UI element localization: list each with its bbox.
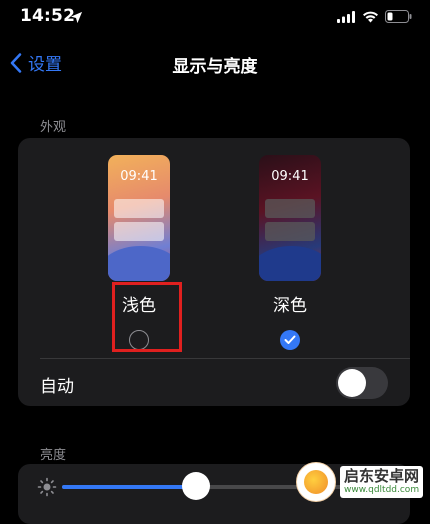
status-bar: 14:52 [0, 0, 430, 34]
watermark-url: www.qdltdd.com [344, 485, 420, 495]
brightness-slider-fill [62, 485, 197, 489]
dark-preview-time: 09:41 [271, 169, 309, 184]
toggle-knob [338, 369, 366, 397]
status-time: 14:52 [20, 6, 76, 26]
light-preview-widget [114, 199, 164, 218]
brightness-slider-knob[interactable] [182, 472, 211, 500]
light-preview-wallpaper [108, 246, 170, 281]
dark-preview-widget [265, 222, 315, 241]
light-preview-widget [114, 222, 164, 241]
status-indicators [337, 8, 412, 27]
brightness-section-label: 亮度 [40, 448, 67, 463]
watermark: 启东安卓网 www.qdltdd.com [296, 460, 430, 504]
page-title: 显示与亮度 [172, 57, 258, 77]
light-preview-time: 09:41 [120, 169, 158, 184]
row-divider [40, 358, 410, 359]
dark-mode-radio-checked[interactable] [280, 330, 300, 350]
location-arrow-icon [70, 9, 83, 28]
automatic-toggle[interactable] [336, 367, 388, 399]
navigation-bar: 设置 显示与亮度 [0, 44, 430, 84]
checkmark-icon [284, 335, 296, 344]
light-mode-label: 浅色 [122, 296, 156, 316]
light-mode-radio[interactable] [129, 330, 149, 350]
appearance-card: 09:41 浅色 09:41 深色 [18, 138, 410, 406]
battery-icon [385, 8, 412, 27]
wifi-icon [362, 8, 379, 27]
dark-mode-option[interactable]: 09:41 深色 [240, 155, 340, 350]
dark-mode-label: 深色 [273, 296, 307, 316]
appearance-section-label: 外观 [40, 120, 67, 135]
watermark-logo-icon [296, 462, 336, 502]
light-mode-preview[interactable]: 09:41 [108, 155, 170, 281]
automatic-label: 自动 [40, 377, 74, 397]
dark-preview-wallpaper [259, 246, 321, 281]
sun-small-icon [37, 477, 57, 501]
watermark-title: 启东安卓网 [344, 467, 420, 485]
dark-mode-preview[interactable]: 09:41 [259, 155, 321, 281]
watermark-text: 启东安卓网 www.qdltdd.com [340, 466, 424, 498]
cellular-signal-icon [337, 8, 356, 27]
dark-preview-widget [265, 199, 315, 218]
light-mode-option[interactable]: 09:41 浅色 [89, 155, 189, 350]
